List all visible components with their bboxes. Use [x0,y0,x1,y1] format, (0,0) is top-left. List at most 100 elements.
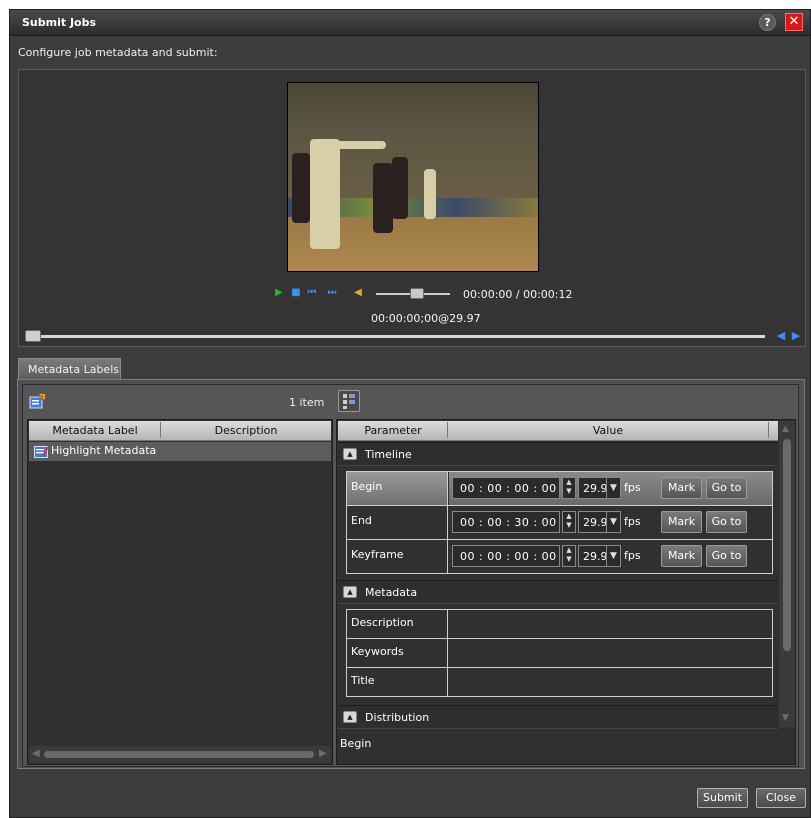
properties-header: Parameter Value [338,421,778,441]
title-bar[interactable]: Submit Jobs ? ✕ [10,10,810,36]
grid-view-button[interactable] [338,390,360,412]
keyframe-timecode-field[interactable]: 00 : 00 : 00 : 00 [452,545,560,567]
vertical-scrollbar[interactable]: ▲ ▼ [779,421,795,727]
item-count: 1 item [289,396,325,409]
mark-button[interactable]: Mark [661,477,702,499]
metadata-label-icon [34,446,49,458]
timecode-stepper[interactable]: ▲ ▼ [562,545,576,567]
property-row-keyframe[interactable]: Keyframe 00 : 00 : 00 : 00 ▲ ▼ 29.97 ▼ fp… [347,540,772,573]
property-name: Title [347,668,448,696]
video-player-figure [424,169,436,219]
property-name: Keywords [347,639,448,667]
video-player-figure [292,153,310,223]
video-player-figure [310,139,340,249]
property-row-keywords[interactable]: Keywords [347,639,772,668]
chevron-down-icon[interactable]: ▼ [606,545,621,567]
description-value-field[interactable] [449,610,772,638]
video-player-arm [336,141,386,149]
column-separator [160,422,161,438]
scrollbar-thumb[interactable] [783,439,791,651]
property-description: Begin [340,737,372,750]
property-name: End [347,506,448,539]
collapse-icon[interactable]: ▲ [343,711,357,723]
property-row-title[interactable]: Title [347,668,772,696]
group-title: Metadata [365,586,418,599]
previous-frame-icon[interactable]: ◀ [775,329,787,343]
column-separator [768,422,769,438]
metadata-properties: Description Keywords Title [346,609,773,697]
begin-timecode-field[interactable]: 00 : 00 : 00 : 00 [452,477,560,499]
scroll-left-icon[interactable]: ◀ [32,748,40,759]
fps-unit: fps [624,515,641,528]
group-distribution[interactable]: ▲ Distribution [338,705,778,729]
column-description[interactable]: Description [162,424,330,437]
list-item[interactable]: Highlight Metadata [29,442,331,461]
timecode-stepper[interactable]: ▲ ▼ [562,511,576,533]
volume-icon[interactable]: ◀ [352,287,364,299]
tab-metadata-labels[interactable]: Metadata Labels [18,358,121,380]
property-name: Description [347,610,448,638]
timecode-stepper[interactable]: ▲ ▼ [562,477,576,499]
group-timeline[interactable]: ▲ Timeline [338,442,778,466]
video-player-figure [392,157,408,219]
labels-list-header: Metadata Label Description [29,421,331,441]
property-name: Keyframe [347,540,448,573]
end-timecode-field[interactable]: 00 : 00 : 30 : 00 [452,511,560,533]
goto-button[interactable]: Go to [706,545,747,567]
scroll-down-icon[interactable]: ▼ [782,713,789,723]
goto-button[interactable]: Go to [706,477,747,499]
chevron-down-icon[interactable]: ▼ [606,511,621,533]
chevron-down-icon[interactable]: ▼ [606,477,621,499]
properties-toolbar [336,389,796,415]
fps-unit: fps [624,481,641,494]
timeline-scrubber-handle[interactable] [25,330,41,342]
keywords-value-field[interactable] [449,639,772,667]
skip-end-icon[interactable]: ⏭ [326,287,338,299]
group-title: Distribution [365,711,430,724]
mark-button[interactable]: Mark [661,545,702,567]
column-value[interactable]: Value [449,424,767,437]
collapse-icon[interactable]: ▲ [343,448,357,460]
property-value: 00 : 00 : 00 : 00 ▲ ▼ 29.97 ▼ fps Mark Go… [449,472,772,505]
play-icon[interactable]: ▶ [273,287,285,299]
property-row-begin[interactable]: Begin 00 : 00 : 00 : 00 ▲ ▼ 29.97 ▼ fps M… [347,472,772,506]
property-row-description[interactable]: Description [347,610,772,639]
horizontal-scrollbar[interactable]: ◀ ▶ [29,746,331,763]
mark-button[interactable]: Mark [661,511,702,533]
close-window-button[interactable]: ✕ [785,13,803,31]
video-frame[interactable] [287,82,539,272]
column-metadata-label[interactable]: Metadata Label [32,424,158,437]
column-parameter[interactable]: Parameter [341,424,445,437]
property-row-end[interactable]: End 00 : 00 : 30 : 00 ▲ ▼ 29.97 ▼ fps Mar… [347,506,772,540]
add-label-icon[interactable] [29,393,46,409]
property-name: Begin [347,472,448,505]
dialog-title: Submit Jobs [22,16,97,29]
fps-unit: fps [624,549,641,562]
close-button[interactable]: Close [756,788,806,808]
video-preview-area: ▶ ■ ⏮ ⏭ ◀ 00:00:00 / 00:00:12 00:00:00;0… [18,69,806,347]
column-separator [447,422,448,438]
title-value-field[interactable] [449,668,772,696]
volume-slider-handle[interactable] [409,288,424,299]
submit-jobs-dialog: Submit Jobs ? ✕ Configure job metadata a… [9,9,811,818]
skip-start-icon[interactable]: ⏮ [306,287,318,299]
group-metadata[interactable]: ▲ Metadata [338,580,778,604]
group-title: Timeline [365,448,412,461]
collapse-icon[interactable]: ▲ [343,586,357,598]
timeline-properties: Begin 00 : 00 : 00 : 00 ▲ ▼ 29.97 ▼ fps M… [346,471,773,574]
stop-icon[interactable]: ■ [290,287,302,299]
submit-button[interactable]: Submit [697,788,748,808]
video-player-figure [373,163,393,233]
scrollbar-thumb[interactable] [44,751,314,758]
timeline-scrubber-track[interactable] [31,335,765,338]
grid-view-icon [343,394,355,409]
labels-toolbar: 1 item [27,389,333,415]
property-value: 00 : 00 : 00 : 00 ▲ ▼ 29.97 ▼ fps Mark Go… [449,540,772,573]
help-button[interactable]: ? [759,14,776,31]
property-value: 00 : 00 : 30 : 00 ▲ ▼ 29.97 ▼ fps Mark Go… [449,506,772,539]
goto-button[interactable]: Go to [706,511,747,533]
metadata-labels-panel: 1 item Metadata Label Description Highli… [17,379,805,769]
scroll-right-icon[interactable]: ▶ [319,748,327,759]
next-frame-icon[interactable]: ▶ [790,329,802,343]
scroll-up-icon[interactable]: ▲ [782,424,789,434]
